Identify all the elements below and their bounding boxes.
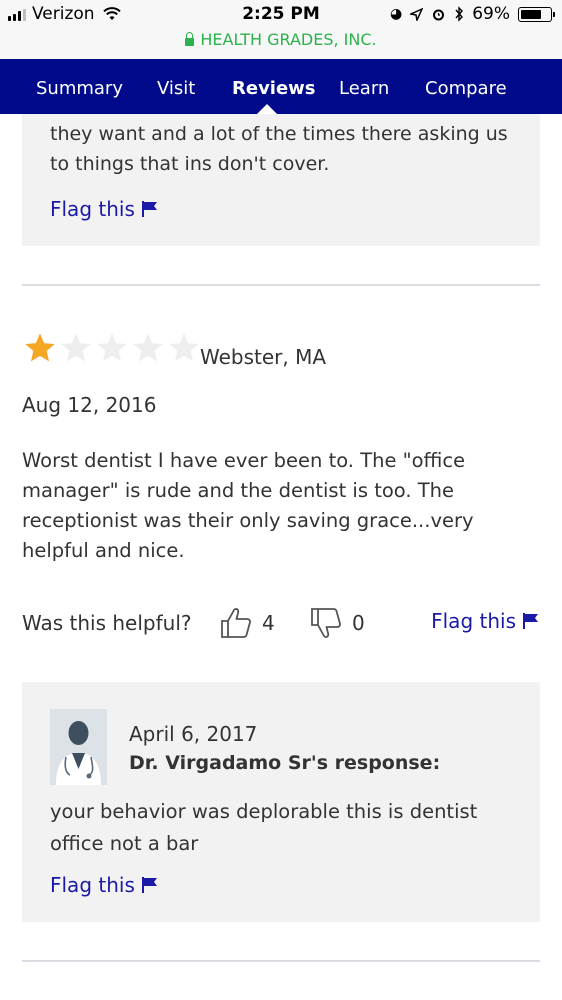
responder-name: Dr. Virgadamo Sr's response: [129,752,441,774]
flag-icon [141,201,157,217]
tab-summary[interactable]: Summary [36,59,123,114]
response-text: your behavior was deplorable this is den… [50,800,478,855]
reviewer-location: Webster, MA [200,345,327,369]
previous-response-card: they want and a lot of the times there a… [22,114,540,246]
active-tab-indicator [257,104,277,114]
tab-compare[interactable]: Compare [425,59,507,114]
star-rating [22,331,202,365]
flag-link-label: Flag this [431,609,516,633]
helpful-label: Was this helpful? [22,611,192,635]
flag-icon [523,613,538,629]
flag-link-label: Flag this [50,873,135,897]
lock-icon [185,31,195,46]
section-nav: Summary Visit Reviews Learn Compare [0,59,562,114]
star-icon-filled [25,333,55,362]
helpful-yes-button[interactable]: 4 [220,606,275,640]
battery-icon [518,6,555,22]
thumbs-down-icon [311,608,341,638]
star-icon-empty [169,333,199,362]
review-divider [22,960,540,962]
doctor-avatar [50,709,107,785]
battery-percent: 69% [472,4,510,24]
bluetooth-icon [455,6,464,22]
helpful-no-button[interactable]: 0 [310,606,365,640]
flag-this-link[interactable]: Flag this [50,197,159,221]
url-site-name: HEALTH GRADES, INC. [200,30,377,49]
review-date: Aug 12, 2016 [22,393,157,417]
response-date: April 6, 2017 [129,722,258,746]
star-icon-empty [133,333,163,362]
previous-response-text: they want and a lot of the times there a… [50,123,508,175]
location-arrow-icon [410,7,424,21]
alarm-icon [433,9,445,20]
url-bar[interactable]: HEALTH GRADES, INC. [0,30,562,59]
review-divider [22,284,540,286]
flag-icon [141,877,157,893]
status-bar: Verizon 2:25 PM ◕ 69% [0,0,562,30]
flag-this-link[interactable]: Flag this [50,873,159,897]
tab-learn[interactable]: Learn [339,59,389,114]
thumbs-up-icon [221,608,251,638]
status-icons: ◕ 69% [389,4,555,24]
helpful-row: Was this helpful? 4 0 Flag this [22,606,540,642]
star-icon-empty [61,333,91,362]
helpful-yes-count: 4 [262,611,275,635]
flag-link-label: Flag this [50,197,135,221]
review-text: Worst dentist I have ever been to. The "… [22,449,474,562]
screen-lock-icon: ◕ [389,6,403,22]
helpful-no-count: 0 [352,611,365,635]
tab-visit[interactable]: Visit [157,59,195,114]
flag-this-link[interactable]: Flag this [431,609,540,633]
star-icon-empty [97,333,127,362]
